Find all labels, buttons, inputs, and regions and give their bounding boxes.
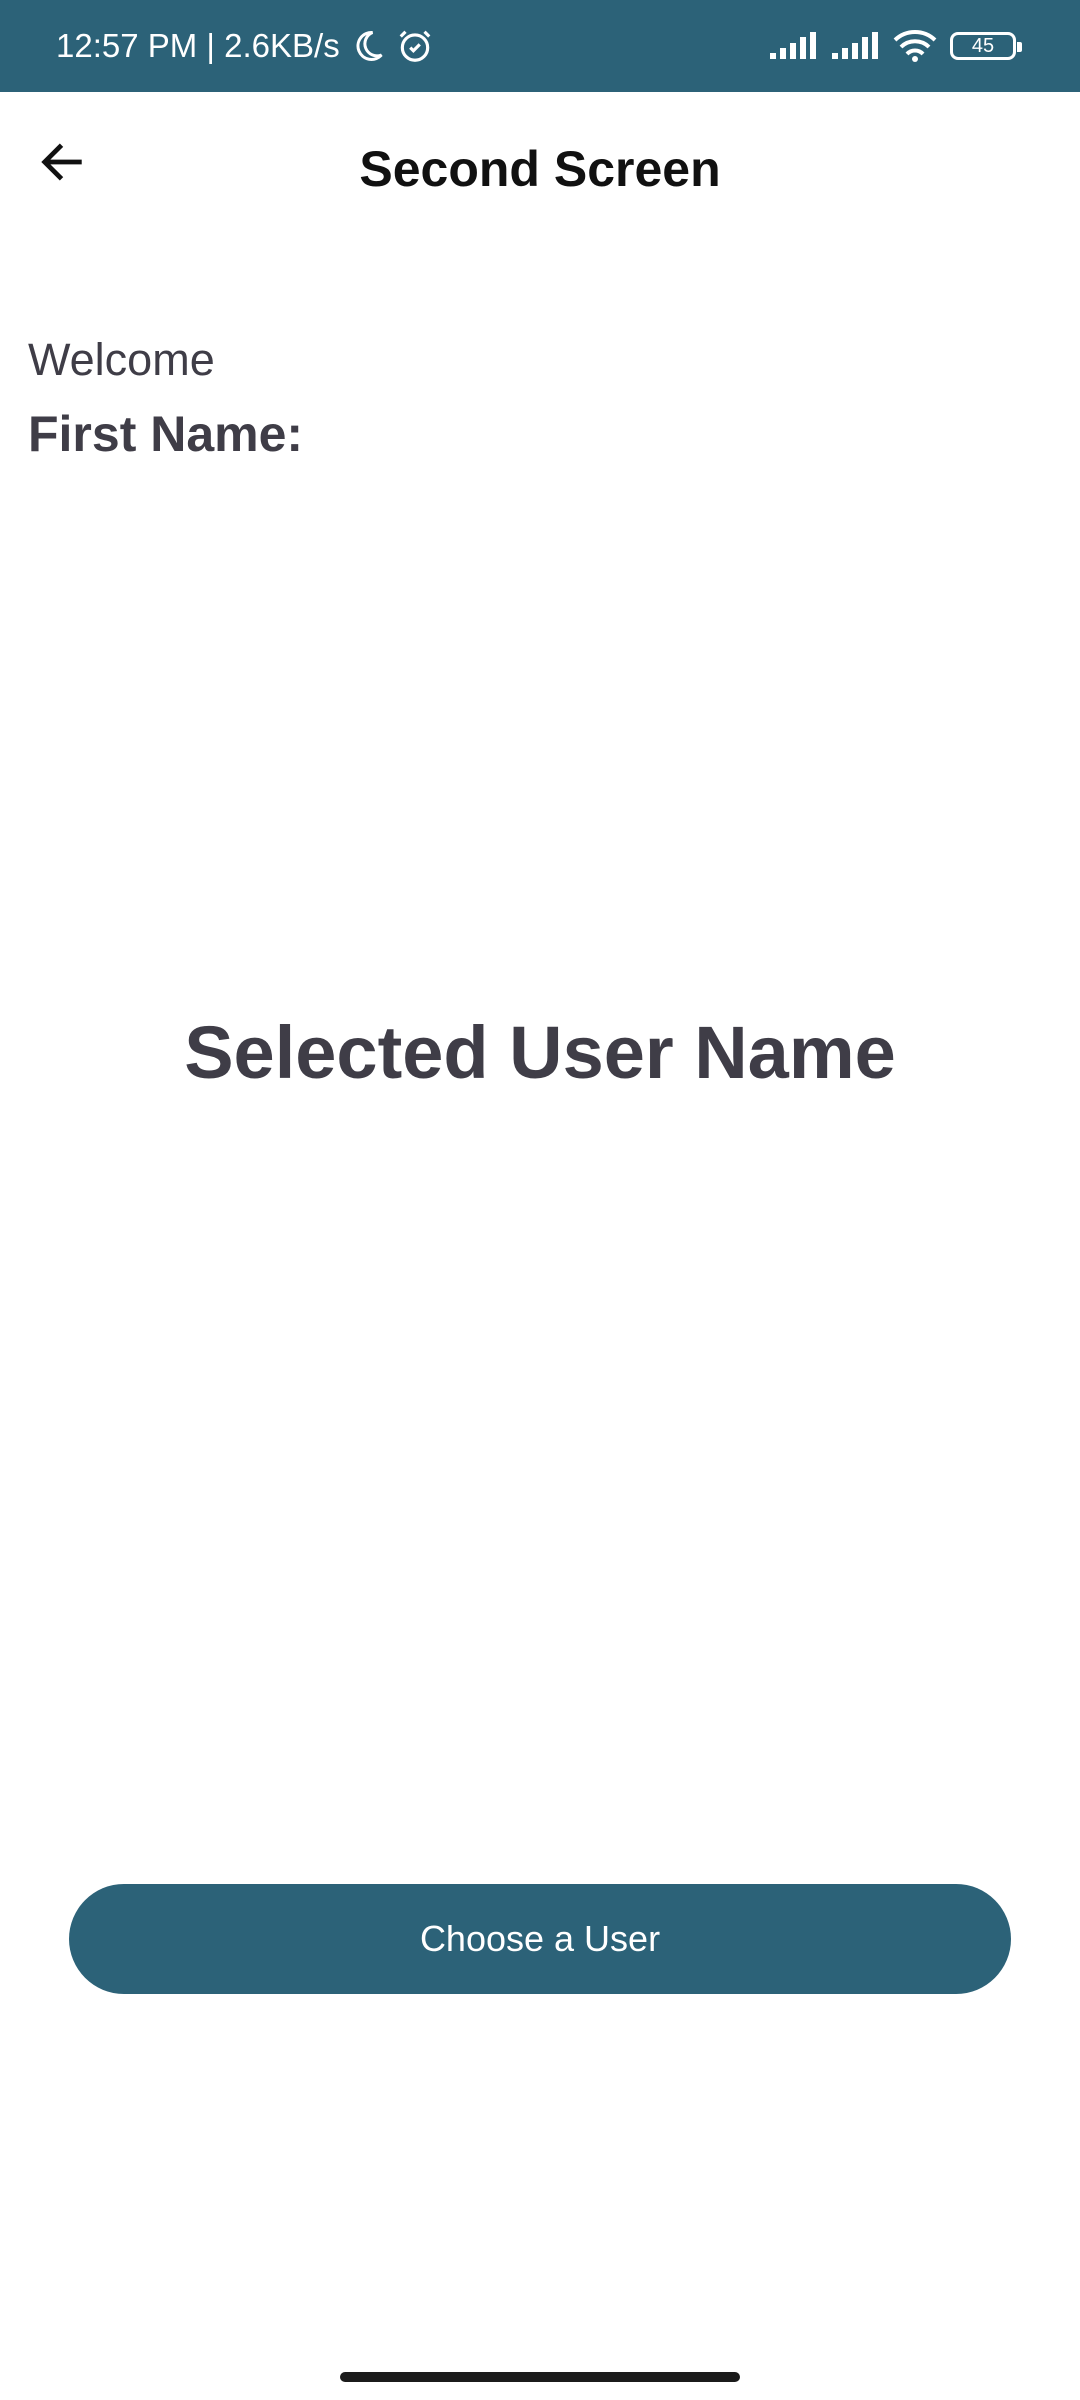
app-bar: Second Screen xyxy=(0,92,1080,252)
battery-icon: 45 xyxy=(950,32,1022,60)
welcome-text: Welcome xyxy=(28,334,215,385)
wifi-icon xyxy=(892,29,938,63)
choose-user-label: Choose a User xyxy=(419,1918,661,1959)
status-bar: 12:57 PM | 2.6KB/s 45 xyxy=(0,0,1080,92)
first-name-label: First Name: xyxy=(28,406,304,462)
signal-icon xyxy=(768,31,818,61)
status-time: 12:57 PM | 2.6KB/s xyxy=(56,27,340,64)
signal-icon xyxy=(830,31,880,61)
choose-user-button[interactable]: Choose a User xyxy=(69,1884,1011,1994)
page-title: Second Screen xyxy=(359,141,721,197)
home-indicator[interactable] xyxy=(340,2372,740,2382)
moon-icon xyxy=(350,28,386,64)
alarm-icon xyxy=(396,27,434,65)
second-screen: 12:57 PM | 2.6KB/s 45 Second Screen Welc… xyxy=(0,0,1080,2400)
selected-user-name: Selected User Name xyxy=(184,1011,896,1094)
status-right: 45 xyxy=(768,0,1022,92)
status-left: 12:57 PM | 2.6KB/s xyxy=(56,0,434,92)
battery-level: 45 xyxy=(971,34,995,57)
